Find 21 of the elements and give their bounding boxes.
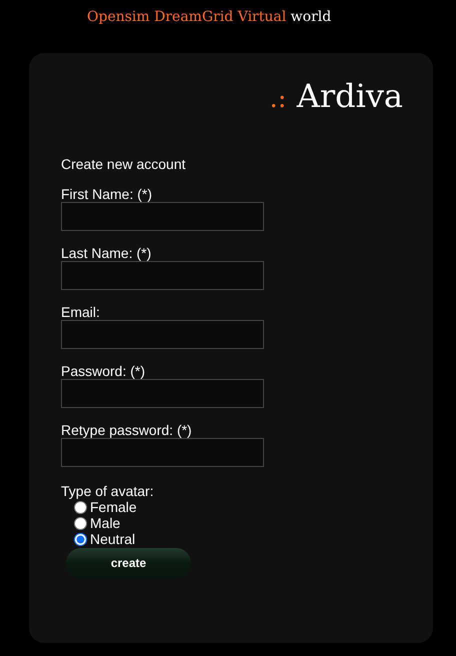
radio-label: Female xyxy=(90,499,137,515)
input-field[interactable] xyxy=(61,202,264,231)
radio-button[interactable] xyxy=(74,516,87,530)
input-field[interactable] xyxy=(61,320,264,349)
field-label: Password: (*) xyxy=(61,363,146,379)
form-title: Create new account xyxy=(61,156,186,172)
field-label: First Name: (*) xyxy=(61,186,152,202)
radio-label: Neutral xyxy=(90,531,136,547)
input-field[interactable] xyxy=(61,438,264,467)
site-title: Opensim DreamGrid Virtual world xyxy=(87,8,332,27)
logo-title: .: Ardiva xyxy=(270,76,403,117)
radio-label: Male xyxy=(90,515,120,531)
input-field[interactable] xyxy=(61,379,264,408)
create-button[interactable]: create xyxy=(66,548,191,578)
radio-button[interactable] xyxy=(74,500,87,514)
field-label: Email: xyxy=(61,304,100,320)
field-label: Type of avatar: xyxy=(61,483,154,499)
radio-button[interactable] xyxy=(74,532,87,546)
input-field[interactable] xyxy=(61,261,264,290)
field-label: Last Name: (*) xyxy=(61,245,152,261)
field-label: Retype password: (*) xyxy=(61,422,192,438)
